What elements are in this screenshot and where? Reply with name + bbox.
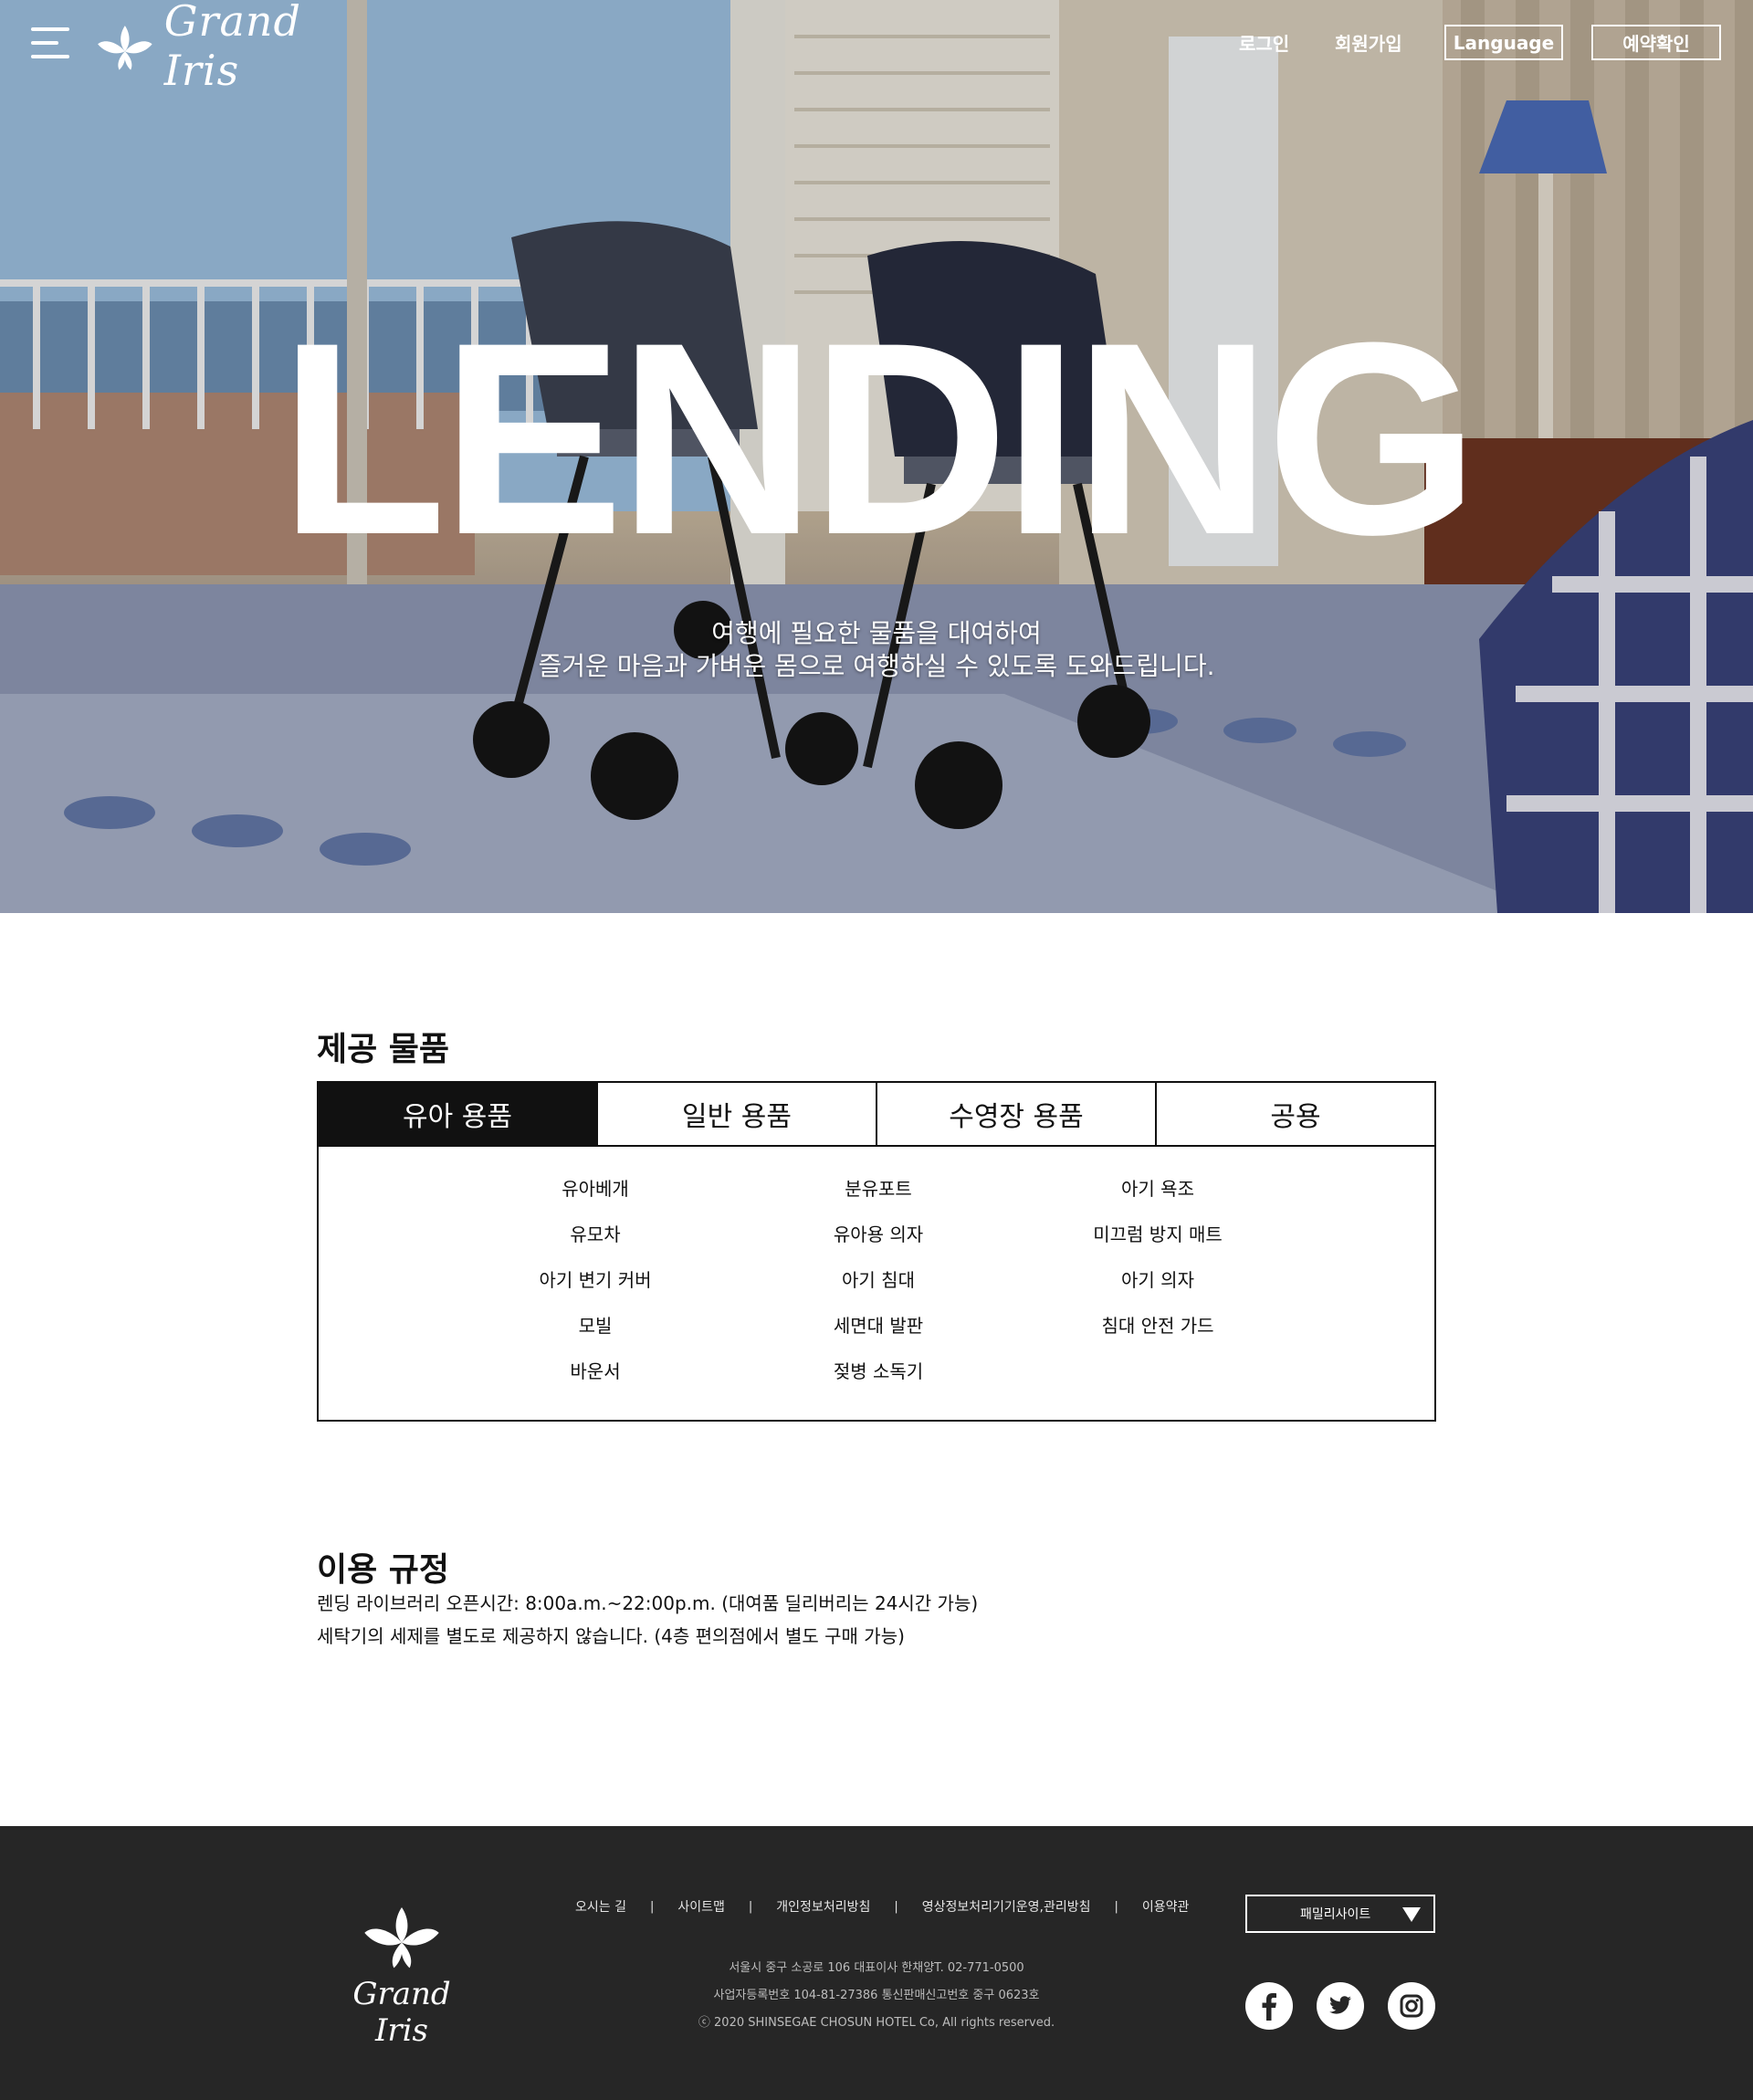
top-navigation: Grand Iris 로그인 회원가입 Language 예약확인	[0, 0, 1753, 95]
list-item: 아기 욕조	[1121, 1178, 1194, 1200]
rule-line: 세탁기의 세제를 별도로 제공하지 않습니다. (4층 편의점에서 별도 구매 …	[317, 1625, 905, 1647]
tab-pool-goods[interactable]: 수영장 용품	[876, 1083, 1155, 1145]
hero-title: LENDING	[279, 285, 1479, 592]
tab-general-goods[interactable]: 일반 용품	[596, 1083, 876, 1145]
list-item: 아기 의자	[1121, 1269, 1194, 1291]
list-item: 분유포트	[845, 1178, 912, 1200]
footer-divider: |	[649, 1899, 655, 1914]
list-item: 세면대 발판	[833, 1315, 924, 1337]
logo-text: Grand Iris	[163, 0, 301, 95]
list-item: 젖병 소독기	[833, 1360, 924, 1382]
footer-link-directions[interactable]: 오시는 길	[575, 1897, 626, 1916]
list-item: 아기 변기 커버	[539, 1269, 652, 1291]
list-item: 모빌	[578, 1315, 613, 1337]
family-site-label: 패밀리사이트	[1300, 1907, 1371, 1922]
instagram-glyph	[1400, 1994, 1423, 2018]
products-title: 제공 물품	[317, 1031, 450, 1068]
footer-logo[interactable]: Grand Iris	[333, 1899, 470, 2049]
family-site-select[interactable]: 패밀리사이트	[1245, 1895, 1435, 1933]
facebook-glyph	[1262, 1993, 1276, 2021]
triangle-down-icon	[1402, 1907, 1421, 1922]
language-button[interactable]: Language	[1444, 25, 1563, 60]
product-items-panel: 유아베개 유모차 아기 변기 커버 모빌 바운서 분유포트 유아용 의자 아기 …	[317, 1145, 1436, 1422]
footer-divider: |	[894, 1899, 898, 1914]
rules-title: 이용 규정	[317, 1551, 450, 1589]
iris-flower-icon	[364, 1907, 439, 1969]
signup-link[interactable]: 회원가입	[1335, 29, 1402, 56]
list-item: 바운서	[570, 1360, 621, 1382]
logo[interactable]: Grand Iris	[95, 0, 341, 95]
hero-subtitle-line2: 즐거운 마음과 가벼운 몸으로 여행하실 수 있도록 도와드립니다.	[538, 651, 1215, 681]
login-link[interactable]: 로그인	[1239, 29, 1289, 56]
facebook-icon[interactable]	[1245, 1982, 1293, 2030]
twitter-icon[interactable]	[1317, 1982, 1364, 2030]
footer-logo-text: Grand Iris	[352, 1976, 451, 2049]
list-item: 유모차	[570, 1223, 621, 1245]
list-item: 아기 침대	[842, 1269, 915, 1291]
iris-flower-icon	[98, 26, 152, 70]
instagram-icon[interactable]	[1388, 1982, 1435, 2030]
menu-icon[interactable]	[31, 27, 69, 60]
hero-subtitle-line1: 여행에 필요한 물품을 대여하여	[711, 618, 1042, 648]
footer-link-terms[interactable]: 이용약관	[1142, 1897, 1190, 1916]
footer: Grand Iris 오시는 길 | 사이트맵 | 개인정보처리방침 | 영상정…	[0, 1826, 1753, 2100]
footer-address: 서울시 중구 소공로 106 대표이사 한채양T. 02-771-0500	[729, 1961, 1024, 1975]
list-item: 침대 안전 가드	[1101, 1315, 1214, 1337]
list-item: 유아베개	[562, 1178, 629, 1200]
footer-copyright: ⓒ 2020 SHINSEGAE CHOSUN HOTEL Co, All ri…	[698, 2016, 1055, 2030]
footer-divider: |	[748, 1899, 753, 1914]
footer-link-sitemap[interactable]: 사이트맵	[677, 1897, 725, 1916]
footer-divider: |	[1114, 1899, 1118, 1914]
footer-link-privacy[interactable]: 개인정보처리방침	[776, 1897, 870, 1916]
hero-section: Grand Iris 로그인 회원가입 Language 예약확인 LENDIN…	[0, 0, 1753, 913]
footer-links: 오시는 길 | 사이트맵 | 개인정보처리방침 | 영상정보처리기기운영,관리방…	[575, 1897, 1189, 1916]
tab-baby-goods[interactable]: 유아 용품	[319, 1083, 596, 1145]
list-item: 미끄럼 방지 매트	[1093, 1223, 1223, 1245]
tab-common[interactable]: 공용	[1155, 1083, 1434, 1145]
twitter-glyph	[1329, 1996, 1351, 2014]
footer-link-cctv-policy[interactable]: 영상정보처리기기운영,관리방침	[922, 1897, 1091, 1916]
rule-line: 렌딩 라이브러리 오픈시간: 8:00a.m.~22:00p.m. (대여품 딜…	[317, 1592, 979, 1614]
list-item: 유아용 의자	[833, 1223, 924, 1245]
product-category-tabs: 유아 용품 일반 용품 수영장 용품 공용	[317, 1081, 1436, 1147]
footer-business-info: 사업자등록번호 104-81-27386 통신판매신고번호 중구 0623호	[713, 1989, 1040, 2002]
reservation-check-button[interactable]: 예약확인	[1591, 25, 1721, 60]
